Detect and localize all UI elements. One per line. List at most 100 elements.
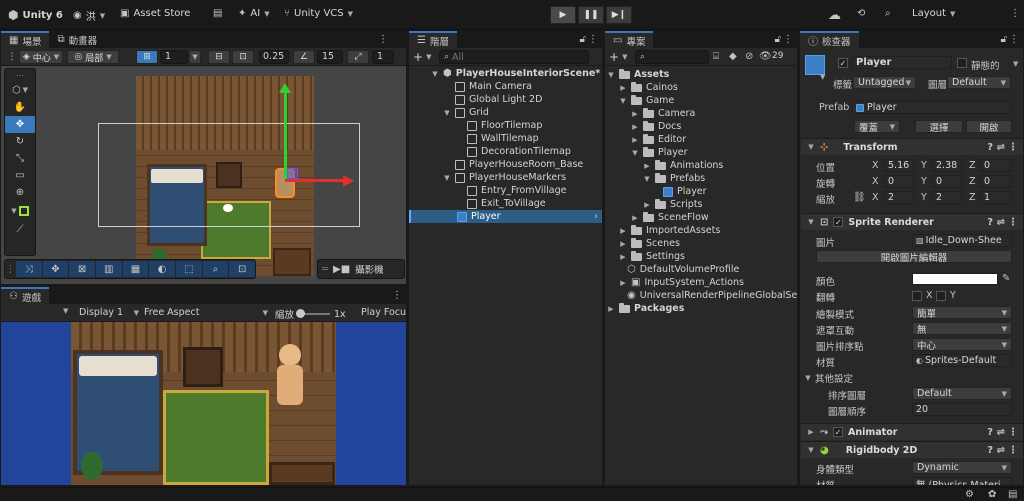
play-button[interactable]: ▶ [550, 6, 576, 24]
project-item-cainos[interactable]: ▶ Cainos [619, 81, 678, 94]
camera-overlay[interactable]: ═ ▶■ 攝影機 [317, 259, 405, 279]
help-icon[interactable]: ? [987, 427, 993, 438]
prefab-field[interactable]: Player [852, 101, 1012, 114]
help-icon[interactable]: ? [987, 445, 993, 456]
step-button[interactable]: ▶❙ [606, 6, 632, 24]
tree-item-global-light[interactable]: Global Light 2D [455, 93, 542, 106]
zoom-slider-thumb[interactable] [296, 309, 306, 318]
tree-item-decoration-tilemap[interactable]: DecorationTilemap [467, 145, 571, 158]
gizmo-xy-plane[interactable] [287, 168, 298, 179]
rect-tool-button[interactable]: ▭ [5, 167, 35, 184]
tab-inspector[interactable]: ⓘ 檢查器 [800, 31, 859, 48]
layer-dropdown[interactable]: Default ▼ [947, 76, 1011, 89]
scl-x-field[interactable]: 2 [884, 191, 914, 204]
active-checkbox[interactable]: ✓ [838, 58, 848, 68]
collapse-arrow-icon[interactable]: ▶ [631, 110, 639, 118]
pos-y-field[interactable]: 2.38 [932, 159, 962, 172]
project-item-imported[interactable]: ▶ ImportedAssets [619, 224, 720, 237]
package-manager-button[interactable]: ▤ [213, 8, 222, 19]
panel-menu-icon[interactable]: ⋮ [783, 34, 793, 45]
angle-snap-button[interactable]: ∠ [293, 50, 315, 64]
project-item-assets[interactable]: ▼ Assets [607, 68, 669, 81]
open-button[interactable]: 開啟 [966, 120, 1012, 133]
component-menu-icon[interactable]: ⋮ [1008, 427, 1018, 438]
search-button[interactable]: ⌕ [885, 8, 891, 19]
overlay-tool-4-icon[interactable]: ▥ [95, 261, 122, 277]
project-item-docs[interactable]: ▶ Docs [631, 120, 681, 133]
rb-material-field[interactable]: 無 (Physics Materi [912, 477, 1012, 485]
overlay-tool-6-icon[interactable]: ◐ [149, 261, 175, 277]
animator-header[interactable]: ▶ ⤳ ✓ Animator ? ⇌ ⋮ [801, 423, 1023, 440]
sort-point-dropdown[interactable]: 中心 ▼ [912, 338, 1012, 351]
mask-interaction-dropdown[interactable]: 無 ▼ [912, 322, 1012, 335]
expand-arrow-icon[interactable]: ▼ [443, 109, 451, 117]
collapse-arrow-icon[interactable]: ▶ [619, 84, 627, 92]
scale-tool-button[interactable]: ⤡ [5, 150, 35, 167]
component-menu-icon[interactable]: ⋮ [1008, 142, 1018, 153]
snap-value-field[interactable]: 0.25 [259, 50, 289, 64]
snap-toggle-button[interactable]: ⊟ [208, 50, 230, 64]
collapse-arrow-icon[interactable]: ▶ [619, 240, 627, 248]
tab-project[interactable]: ▭ 專案 [605, 31, 654, 48]
grid-size-dropdown[interactable]: ▼ [189, 50, 201, 64]
scl-y-field[interactable]: 2 [932, 191, 962, 204]
project-item-camera[interactable]: ▶ Camera [631, 107, 695, 120]
filter-type-icon[interactable]: ⌸ [713, 51, 719, 62]
rigidbody2d-header[interactable]: ▼ ◕ Rigidbody 2D ? ⇌ ⋮ [801, 441, 1023, 458]
create-dropdown[interactable]: + ▼ [413, 50, 431, 64]
flip-x-checkbox[interactable] [912, 291, 922, 301]
pivot-local-dropdown[interactable]: ◎ 局部 ▼ [67, 50, 119, 64]
preset-icon[interactable]: ⇌ [997, 142, 1005, 153]
pos-z-field[interactable]: 0 [980, 159, 1012, 172]
gizmo-x-arrow-icon[interactable] [343, 175, 354, 187]
eyedropper-icon[interactable]: ✎ [1002, 273, 1010, 284]
debug-icon[interactable]: ✿ [988, 489, 996, 500]
sprite-renderer-header[interactable]: ▼ ⊡ ✓ Sprite Renderer ? ⇌ ⋮ [801, 213, 1023, 230]
custom-tool-dropdown[interactable]: ▼ [5, 201, 35, 221]
constrain-proportions-icon[interactable]: ⛓ [853, 192, 866, 203]
pos-x-field[interactable]: 5.16 [884, 159, 914, 172]
view-options-dropdown[interactable]: ⬡ ▼ [5, 81, 35, 99]
play-focus-dropdown[interactable]: Play Focu [361, 307, 407, 318]
visibility-icon[interactable]: 👁︎ [759, 51, 772, 62]
tag-dropdown[interactable]: Untagged ▼ [853, 76, 916, 89]
history-button[interactable]: ⟲ [857, 8, 865, 19]
project-item-urp-settings[interactable]: ◉ UniversalRenderPipelineGlobalSett [627, 289, 797, 302]
progress-icon[interactable]: ⚙ [965, 489, 974, 500]
hand-tool-button[interactable]: ✋ [5, 99, 35, 116]
project-item-settings[interactable]: ▶ Settings [619, 250, 685, 263]
hierarchy-search-input[interactable]: ⌕ All [439, 50, 589, 64]
overrides-dropdown[interactable]: 覆蓋 ▼ [854, 120, 900, 133]
panel-menu-icon[interactable]: ⋮ [392, 290, 402, 301]
bone-tool-button[interactable]: ⟋ [5, 221, 35, 238]
select-button[interactable]: 選擇 [915, 120, 963, 133]
order-in-layer-field[interactable]: 20 [912, 403, 1012, 416]
component-menu-icon[interactable]: ⋮ [1008, 217, 1018, 228]
flip-y-checkbox[interactable] [936, 291, 946, 301]
rot-x-field[interactable]: 0 [884, 175, 914, 188]
gizmo-y-arrow-icon[interactable] [279, 83, 291, 93]
expand-arrow-icon[interactable]: ▼ [607, 71, 615, 79]
collapse-arrow-icon[interactable]: ▶ [619, 227, 627, 235]
lock-icon[interactable]: 🔓︎ [1001, 34, 1007, 45]
rot-y-field[interactable]: 0 [932, 175, 962, 188]
other-settings-foldout[interactable]: ▼ 其他設定 [804, 371, 853, 385]
tree-item-house-markers[interactable]: ▼ PlayerHouseMarkers [443, 171, 566, 184]
panel-menu-icon[interactable]: ⋮ [378, 34, 388, 45]
component-menu-icon[interactable]: ⋮ [1008, 445, 1018, 456]
tree-item-main-camera[interactable]: Main Camera [455, 80, 532, 93]
transform-header[interactable]: ▼ ⊹ Transform ? ⇌ ⋮ [801, 138, 1023, 155]
tab-hierarchy[interactable]: ☰ 階層 [409, 31, 457, 48]
lock-icon[interactable]: 🔓︎ [580, 34, 586, 45]
expand-arrow-icon[interactable]: ▼ [431, 70, 439, 78]
object-name-field[interactable]: Player [852, 56, 952, 69]
project-item-volume-profile[interactable]: ⬡ DefaultVolumeProfile [627, 263, 739, 276]
project-item-input-actions[interactable]: ▶ ▣ InputSystem_Actions [619, 276, 744, 289]
expand-arrow-icon[interactable]: ▼ [631, 149, 639, 157]
expand-arrow-icon[interactable]: ▼ [643, 175, 651, 183]
overlay-tool-5-icon[interactable]: ▦ [122, 261, 149, 277]
tree-item-player[interactable]: Player › [409, 210, 602, 223]
expand-arrow-icon[interactable]: ▼ [619, 97, 627, 105]
tab-game[interactable]: ⚇ 遊戲 [1, 287, 49, 304]
collapse-arrow-icon[interactable]: ▶ [643, 162, 651, 170]
